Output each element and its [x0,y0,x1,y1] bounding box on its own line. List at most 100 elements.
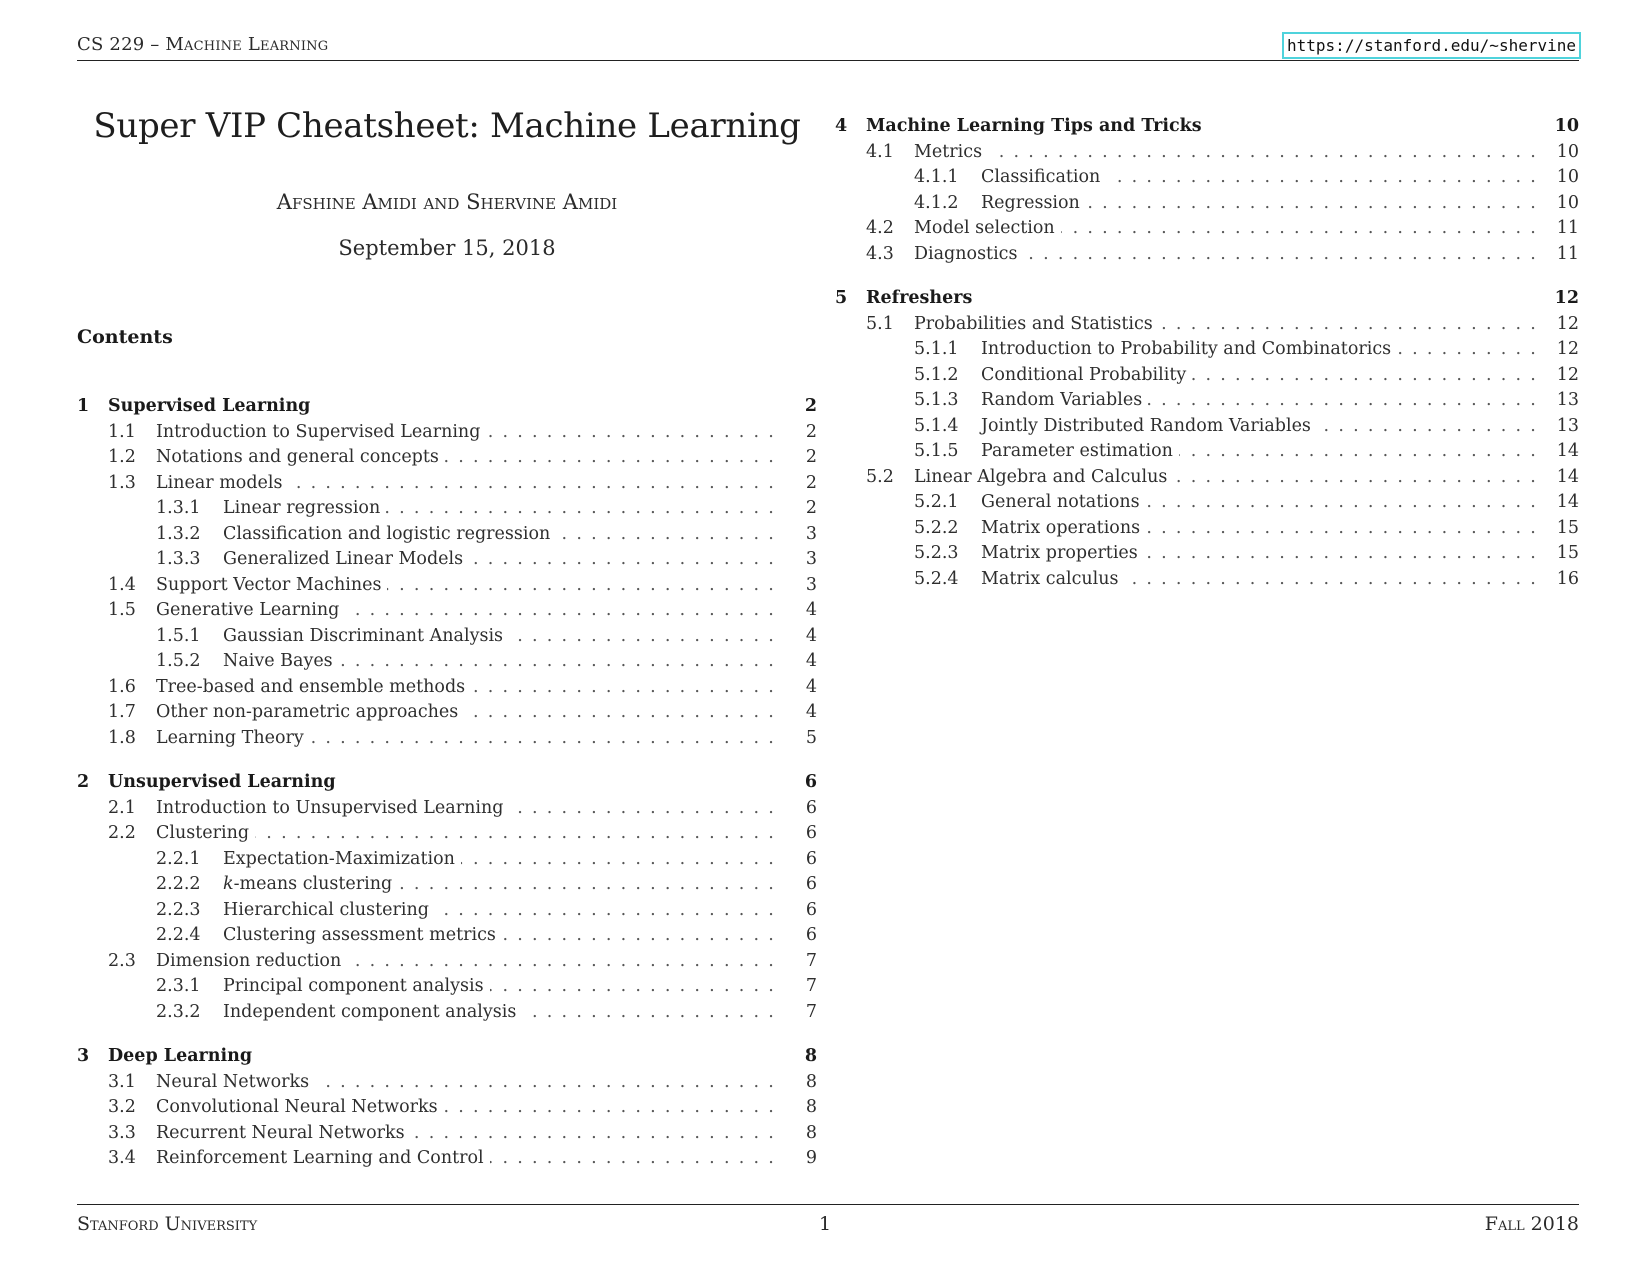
toc-entry-title[interactable]: Introduction to Unsupervised Learning [156,796,503,822]
toc-entry-title[interactable]: Matrix operations [981,516,1140,542]
toc-leader-dots: ........................................… [387,574,783,595]
toc-subsection-entry[interactable]: 1.7 Other non-parametric approaches......… [77,700,817,726]
toc-subsection-entry[interactable]: 3.2 Convolutional Neural Networks........… [77,1095,817,1121]
toc-section-entry[interactable]: 5Refreshers.............................… [835,286,1579,312]
toc-subsection-entry[interactable]: 2.1 Introduction to Unsupervised Learning… [77,796,817,822]
toc-entry-title[interactable]: Classification and logistic regression [223,522,550,548]
toc-entry-title[interactable]: Hierarchical clustering [223,898,429,924]
toc-section-entry[interactable]: 4Machine Learning Tips and Tricks.......… [835,114,1579,140]
toc-entry-title[interactable]: Convolutional Neural Networks [156,1095,438,1121]
toc-subsubsection-entry[interactable]: 1.5.2 Naive Bayes........................… [77,649,817,675]
toc-subsubsection-entry[interactable]: 5.1.3 Random Variables...................… [835,388,1579,414]
toc-subsection-entry[interactable]: 1.1 Introduction to Supervised Learning..… [77,420,817,446]
toc-entry-title[interactable]: Expectation-Maximization [223,847,455,873]
toc-section-entry[interactable]: 3Deep Learning..........................… [77,1044,817,1070]
toc-subsubsection-entry[interactable]: 2.3.1 Principal component analysis.......… [77,974,817,1000]
toc-subsection-entry[interactable]: 4.1 Metrics..............................… [835,140,1579,166]
toc-entry-title[interactable]: Unsupervised Learning [108,770,336,796]
toc-subsubsection-entry[interactable]: 2.2.1 Expectation-Maximization...........… [77,847,817,873]
toc-subsubsection-entry[interactable]: 1.3.1 Linear regression..................… [77,496,817,522]
toc-entry-title[interactable]: Learning Theory [156,726,304,752]
toc-subsubsection-entry[interactable]: 4.1.1 Classification.....................… [835,165,1579,191]
toc-entry-title[interactable]: Linear models [156,471,282,497]
toc-section-entry[interactable]: 1Supervised Learning....................… [77,394,817,420]
toc-subsubsection-entry[interactable]: 5.1.2 Conditional Probability............… [835,363,1579,389]
toc-subsubsection-entry[interactable]: 2.2.4 Clustering assessment metrics......… [77,923,817,949]
toc-entry-title[interactable]: Support Vector Machines [156,573,381,599]
toc-subsection-entry[interactable]: 2.3 Dimension reduction..................… [77,949,817,975]
toc-entry-title[interactable]: Conditional Probability [981,363,1186,389]
toc-entry-title[interactable]: Regression [981,191,1080,217]
toc-subsection-entry[interactable]: 2.2 Clustering...........................… [77,821,817,847]
toc-subsection-entry[interactable]: 1.5 Generative Learning..................… [77,598,817,624]
toc-entry-title[interactable]: Model selection [914,216,1055,242]
toc-subsubsection-entry[interactable]: 2.3.2 Independent component analysis.....… [77,1000,817,1026]
toc-entry-title[interactable]: Gaussian Discriminant Analysis [223,624,503,650]
toc-entry-title[interactable]: Diagnostics [914,242,1017,268]
toc-subsection-entry[interactable]: 4.3 Diagnostics..........................… [835,242,1579,268]
toc-entry-title[interactable]: Parameter estimation [981,439,1173,465]
toc-subsubsection-entry[interactable]: 5.2.2 Matrix operations..................… [835,516,1579,542]
toc-entry-title[interactable]: Reinforcement Learning and Control [156,1146,484,1172]
toc-entry-title[interactable]: Independent component analysis [223,1000,516,1026]
toc-subsubsection-entry[interactable]: 2.2.3 Hierarchical clustering............… [77,898,817,924]
toc-entry-title[interactable]: Probabilities and Statistics [914,312,1153,338]
toc-entry-title[interactable]: Matrix properties [981,541,1138,567]
toc-subsection-entry[interactable]: 5.1 Probabilities and Statistics.........… [835,312,1579,338]
toc-section-entry[interactable]: 2Unsupervised Learning..................… [77,770,817,796]
toc-subsection-entry[interactable]: 1.2 Notations and general concepts.......… [77,445,817,471]
toc-entry-page: 4 [805,676,817,697]
toc-subsubsection-entry[interactable]: 1.5.1 Gaussian Discriminant Analysis.....… [77,624,817,650]
toc-subsection-entry[interactable]: 5.2 Linear Algebra and Calculus..........… [835,465,1579,491]
toc-entry-title[interactable]: Clustering assessment metrics [223,923,496,949]
toc-entry-title[interactable]: Other non-parametric approaches [156,700,458,726]
toc-subsubsection-entry[interactable]: 5.2.3 Matrix properties..................… [835,541,1579,567]
toc-entry-title[interactable]: Generalized Linear Models [223,547,463,573]
toc-entry-title[interactable]: Linear regression [223,496,380,522]
toc-subsubsection-entry[interactable]: 1.3.2 Classification and logistic regress… [77,522,817,548]
toc-subsection-entry[interactable]: 1.3 Linear models........................… [77,471,817,497]
toc-entry-title[interactable]: Supervised Learning [108,394,310,420]
toc-subsection-entry[interactable]: 4.2 Model selection......................… [835,216,1579,242]
toc-subsubsection-entry[interactable]: 5.2.1 General notations..................… [835,490,1579,516]
toc-entry-title[interactable]: Metrics [914,140,982,166]
toc-entry-title[interactable]: Jointly Distributed Random Variables [981,414,1311,440]
toc-subsection-entry[interactable]: 3.4 Reinforcement Learning and Control...… [77,1146,817,1172]
toc-subsection-entry[interactable]: 1.6 Tree-based and ensemble methods......… [77,675,817,701]
toc-entry-title[interactable]: Refreshers [866,286,972,312]
toc-entry-title[interactable]: Introduction to Probability and Combinat… [981,337,1391,363]
toc-subsubsection-entry[interactable]: 5.1.5 Parameter estimation...............… [835,439,1579,465]
toc-entry-title[interactable]: Deep Learning [108,1044,252,1070]
toc-entry-title[interactable]: Principal component analysis [223,974,484,1000]
toc-subsubsection-entry[interactable]: 4.1.2 Regression.........................… [835,191,1579,217]
toc-entry-title[interactable]: Dimension reduction [156,949,341,975]
toc-subsubsection-entry[interactable]: 2.2.2 k-means clustering.................… [77,872,817,898]
author-website-link[interactable]: https://stanford.edu/~shervine [1282,32,1581,59]
toc-entry-title[interactable]: Generative Learning [156,598,339,624]
toc-entry-title[interactable]: k-means clustering [223,872,392,898]
publication-date: September 15, 2018 [338,236,556,260]
toc-subsubsection-entry[interactable]: 5.1.1 Introduction to Probability and Com… [835,337,1579,363]
toc-entry-title[interactable]: Introduction to Supervised Learning [156,420,480,446]
toc-subsection-entry[interactable]: 1.8 Learning Theory......................… [77,726,817,752]
toc-entry-title[interactable]: Recurrent Neural Networks [156,1121,405,1147]
toc-entry-number: 2.3.2 [156,1001,201,1022]
toc-entry-title[interactable]: Matrix calculus [981,567,1119,593]
toc-entry-title[interactable]: Notations and general concepts [156,445,439,471]
toc-subsection-entry[interactable]: 3.1 Neural Networks......................… [77,1070,817,1096]
toc-entry-title[interactable]: General notations [981,490,1140,516]
toc-entry-title[interactable]: Clustering [156,821,249,847]
toc-entry-title[interactable]: Random Variables [981,388,1142,414]
toc-subsubsection-entry[interactable]: 5.1.4 Jointly Distributed Random Variable… [835,414,1579,440]
toc-entry-title[interactable]: Naive Bayes [223,649,333,675]
toc-entry-title[interactable]: Linear Algebra and Calculus [914,465,1167,491]
toc-entry-title[interactable]: Classification [981,165,1100,191]
toc-subsubsection-entry[interactable]: 5.2.4 Matrix calculus....................… [835,567,1579,593]
toc-entry-title[interactable]: Machine Learning Tips and Tricks [866,114,1202,140]
toc-subsubsection-entry[interactable]: 1.3.3 Generalized Linear Models..........… [77,547,817,573]
toc-entry-title[interactable]: Tree-based and ensemble methods [156,675,465,701]
toc-subsection-entry[interactable]: 3.3 Recurrent Neural Networks............… [77,1121,817,1147]
toc-entry-page: 6 [805,848,817,869]
toc-entry-title[interactable]: Neural Networks [156,1070,309,1096]
toc-subsection-entry[interactable]: 1.4 Support Vector Machines..............… [77,573,817,599]
